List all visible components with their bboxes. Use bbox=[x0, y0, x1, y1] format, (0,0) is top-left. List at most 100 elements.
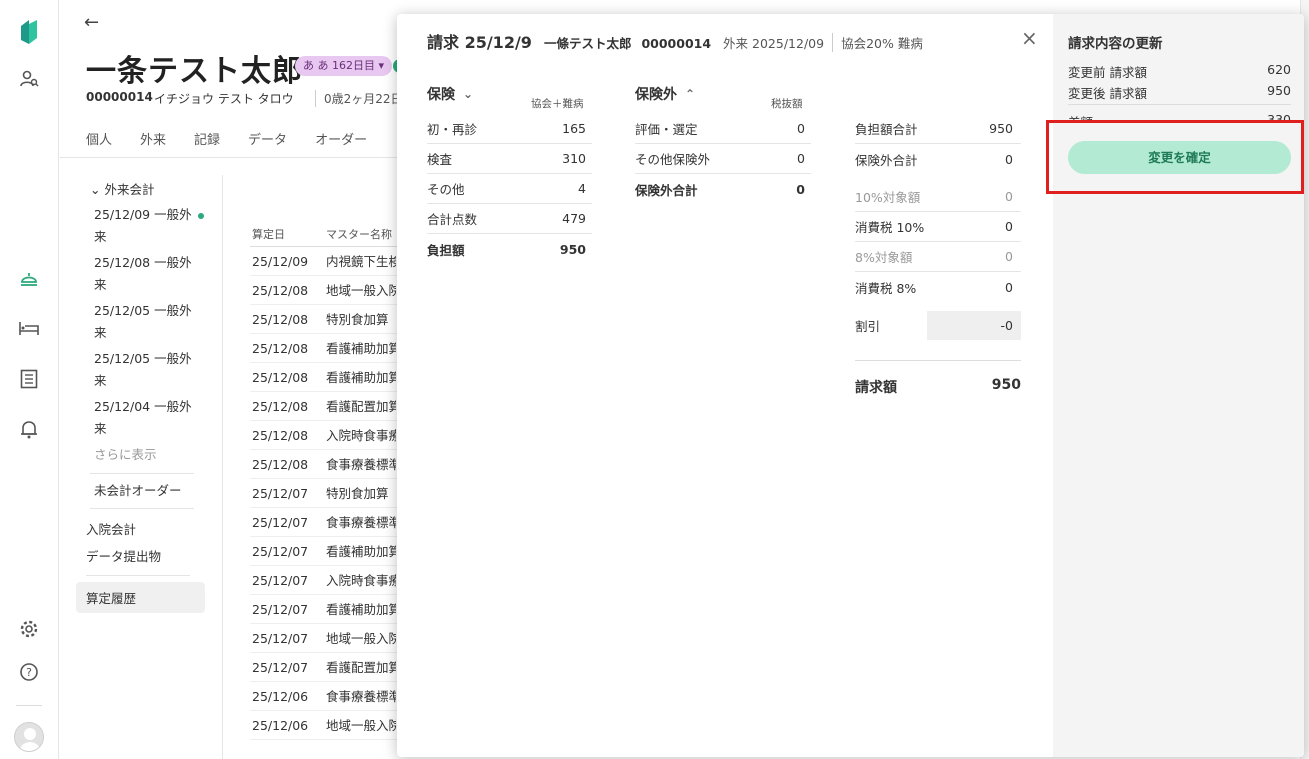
table-cell-date: 25/12/07 bbox=[252, 602, 309, 617]
table-cell-date: 25/12/07 bbox=[252, 660, 309, 675]
visit-day-badge[interactable]: あ あ 162日目 ▾ bbox=[295, 56, 393, 76]
insurance-row: その他 4 bbox=[427, 174, 592, 204]
table-row[interactable]: 25/12/06 地域一般入院 bbox=[250, 711, 410, 740]
discount-input[interactable]: -0 bbox=[927, 310, 1021, 340]
table-cell-date: 25/12/07 bbox=[252, 573, 309, 588]
tabs-divider bbox=[60, 157, 400, 158]
table-row[interactable]: 25/12/07 食事療養標準 bbox=[250, 508, 410, 537]
table-cell-date: 25/12/08 bbox=[252, 341, 309, 356]
table-cell-master: 入院時食事療 bbox=[326, 573, 396, 588]
table-cell-date: 25/12/08 bbox=[252, 457, 309, 472]
visit-item[interactable]: 25/12/05 一般外来 bbox=[76, 346, 196, 394]
non-insurance-row: その他保険外 0 bbox=[635, 144, 811, 174]
outpatient-billing-group[interactable]: ⌄ 外来会計 bbox=[76, 175, 226, 202]
calculation-history-link[interactable]: 算定履歴 bbox=[76, 582, 205, 613]
show-more-link[interactable]: さらに表示 bbox=[76, 442, 226, 469]
avatar[interactable] bbox=[14, 722, 44, 752]
table-cell-master: 食事療養標準 bbox=[326, 515, 396, 530]
table-row[interactable]: 25/12/07 看護補助加算 bbox=[250, 537, 410, 566]
table-cell-master: 食事療養標準 bbox=[326, 457, 396, 472]
modal-patient-name: 一條テスト太郎 bbox=[543, 36, 632, 51]
tab-orders[interactable]: オーダー bbox=[315, 129, 367, 148]
table-row[interactable]: 25/12/08 看護補助加算 bbox=[250, 363, 410, 392]
visit-item[interactable]: 25/12/04 一般外来 bbox=[76, 394, 196, 442]
modal-title: 請求 25/12/9 bbox=[427, 33, 532, 52]
table-cell-master: 食事療養標準 bbox=[326, 689, 396, 704]
tab-data[interactable]: データ bbox=[248, 129, 287, 148]
burden-total-row: 負担額合計 950 bbox=[855, 114, 1021, 144]
patient-id: 00000014 bbox=[86, 90, 153, 104]
table-row[interactable]: 25/12/07 地域一般入院 bbox=[250, 624, 410, 653]
insurance-row: 合計点数 479 bbox=[427, 204, 592, 234]
visit-item[interactable]: 25/12/08 一般外来 bbox=[76, 250, 196, 298]
non-insurance-total-row: 保険外合計 0 bbox=[855, 151, 1013, 168]
table-cell-master: 入院時食事療 bbox=[326, 428, 396, 443]
diff-amount-row: 差額330 bbox=[1068, 112, 1291, 120]
table-cell-master: 看護補助加算 bbox=[326, 544, 396, 559]
tab-personal[interactable]: 個人 bbox=[86, 129, 112, 148]
close-icon[interactable]: × bbox=[1021, 26, 1038, 50]
modal-header: 請求 25/12/9 一條テスト太郎 00000014 外来 2025/12/0… bbox=[427, 29, 923, 53]
table-cell-date: 25/12/07 bbox=[252, 544, 309, 559]
settings-gear-icon[interactable] bbox=[17, 617, 41, 641]
tab-outpatient[interactable]: 外来 bbox=[140, 129, 166, 148]
unbilled-orders-link[interactable]: 未会計オーダー bbox=[76, 478, 196, 504]
update-panel-title: 請求内容の更新 bbox=[1068, 36, 1163, 52]
left-nav-rail: ? bbox=[0, 0, 59, 759]
table-row[interactable]: 25/12/08 看護配置加算 bbox=[250, 392, 410, 421]
notification-bell-icon[interactable] bbox=[17, 417, 41, 441]
tax8-row: 消費税 8% 0 bbox=[855, 279, 1013, 296]
patient-name: 一条テスト太郎 bbox=[86, 54, 303, 89]
table-cell-master: 看護補助加算 bbox=[326, 602, 396, 617]
insurance-total-row: 負担額 950 bbox=[427, 241, 586, 258]
table-cell-master: 看護配置加算 bbox=[326, 660, 396, 675]
table-cell-master: 看護補助加算 bbox=[326, 370, 396, 385]
tax10-row: 消費税 10% 0 bbox=[855, 212, 1021, 242]
visit-item[interactable]: 25/12/05 一般外来 bbox=[76, 298, 196, 346]
table-cell-date: 25/12/08 bbox=[252, 428, 309, 443]
logo-icon[interactable] bbox=[19, 18, 39, 46]
back-arrow-icon[interactable]: ← bbox=[84, 12, 99, 33]
table-cell-date: 25/12/08 bbox=[252, 399, 309, 414]
visit-item[interactable]: 25/12/09 一般外来 bbox=[76, 202, 204, 250]
bed-icon[interactable] bbox=[17, 316, 41, 340]
highlight-box bbox=[1046, 120, 1304, 194]
table-cell-master: 特別食加算 bbox=[326, 312, 389, 327]
chevron-down-icon: ⌄ bbox=[463, 87, 474, 101]
reception-bell-icon[interactable] bbox=[17, 266, 41, 290]
patient-tabs: 個人 外来 記録 データ オーダー bbox=[86, 129, 367, 148]
non-insurance-column: 保険外 ⌃ 税抜額 評価・選定 0 その他保険外 0 保険外合計 0 bbox=[635, 84, 811, 204]
help-icon[interactable]: ? bbox=[17, 660, 41, 684]
table-row[interactable]: 25/12/09 内視鏡下生検 bbox=[250, 247, 410, 276]
table-cell-date: 25/12/08 bbox=[252, 283, 309, 298]
table-cell-date: 25/12/08 bbox=[252, 312, 309, 327]
tab-records[interactable]: 記録 bbox=[194, 129, 220, 148]
table-row[interactable]: 25/12/07 看護補助加算 bbox=[250, 595, 410, 624]
patient-kana: イチジョウ テスト タロウ bbox=[154, 92, 294, 106]
table-row[interactable]: 25/12/07 看護配置加算 bbox=[250, 653, 410, 682]
inpatient-billing-link[interactable]: 入院会計 bbox=[76, 513, 226, 544]
patient-search-icon[interactable] bbox=[17, 67, 41, 91]
table-row[interactable]: 25/12/08 看護補助加算 bbox=[250, 334, 410, 363]
table-cell-master: 内視鏡下生検 bbox=[326, 254, 396, 269]
insurance-row: 初・再診 165 bbox=[427, 114, 592, 144]
tax10-base-row: 10%対象額 0 bbox=[855, 182, 1021, 212]
rail-divider bbox=[16, 705, 42, 706]
table-row[interactable]: 25/12/08 地域一般入院 bbox=[250, 276, 410, 305]
table-row[interactable]: 25/12/07 入院時食事療 bbox=[250, 566, 410, 595]
table-row[interactable]: 25/12/06 食事療養標準 bbox=[250, 682, 410, 711]
table-cell-date: 25/12/06 bbox=[252, 689, 309, 704]
insurance-row: 検査 310 bbox=[427, 144, 592, 174]
table-row[interactable]: 25/12/07 特別食加算 bbox=[250, 479, 410, 508]
billing-total-row: 請求額 950 bbox=[855, 360, 1021, 397]
table-row[interactable]: 25/12/08 特別食加算 bbox=[250, 305, 410, 334]
list-icon[interactable] bbox=[17, 367, 41, 391]
data-submission-link[interactable]: データ提出物 bbox=[76, 544, 226, 571]
table-cell-date: 25/12/07 bbox=[252, 486, 309, 501]
non-insurance-row: 評価・選定 0 bbox=[635, 114, 811, 144]
history-table: 算定日 マスター名称 25/12/09 内視鏡下生検 25/12/08 地域一般入院 2… bbox=[250, 222, 410, 740]
table-cell-master: 看護配置加算 bbox=[326, 399, 396, 414]
table-row[interactable]: 25/12/08 入院時食事療 bbox=[250, 421, 410, 450]
svg-text:?: ? bbox=[26, 666, 32, 679]
table-row[interactable]: 25/12/08 食事療養標準 bbox=[250, 450, 410, 479]
